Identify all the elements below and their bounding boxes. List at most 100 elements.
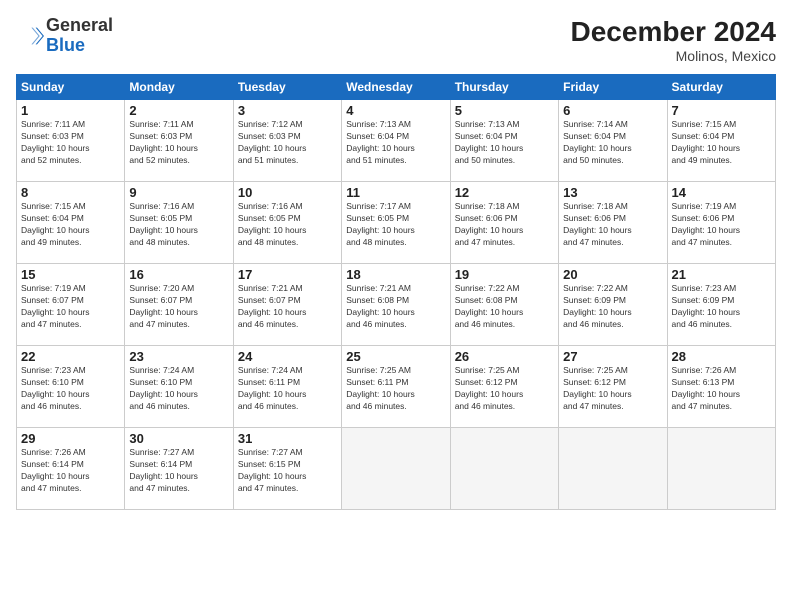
calendar-cell: 12Sunrise: 7:18 AM Sunset: 6:06 PM Dayli…	[450, 182, 558, 264]
calendar-table: Sunday Monday Tuesday Wednesday Thursday…	[16, 74, 776, 510]
day-info: Sunrise: 7:23 AM Sunset: 6:09 PM Dayligh…	[672, 283, 771, 331]
calendar-cell: 9Sunrise: 7:16 AM Sunset: 6:05 PM Daylig…	[125, 182, 233, 264]
day-info: Sunrise: 7:26 AM Sunset: 6:14 PM Dayligh…	[21, 447, 120, 495]
logo: General Blue	[16, 16, 113, 56]
calendar-cell: 23Sunrise: 7:24 AM Sunset: 6:10 PM Dayli…	[125, 346, 233, 428]
page: General Blue December 2024 Molinos, Mexi…	[0, 0, 792, 612]
calendar-week-3: 15Sunrise: 7:19 AM Sunset: 6:07 PM Dayli…	[17, 264, 776, 346]
day-number: 4	[346, 103, 445, 118]
calendar-subtitle: Molinos, Mexico	[571, 48, 776, 64]
day-number: 19	[455, 267, 554, 282]
header-wednesday: Wednesday	[342, 75, 450, 100]
day-info: Sunrise: 7:17 AM Sunset: 6:05 PM Dayligh…	[346, 201, 445, 249]
day-info: Sunrise: 7:24 AM Sunset: 6:10 PM Dayligh…	[129, 365, 228, 413]
day-info: Sunrise: 7:11 AM Sunset: 6:03 PM Dayligh…	[129, 119, 228, 167]
day-info: Sunrise: 7:18 AM Sunset: 6:06 PM Dayligh…	[563, 201, 662, 249]
calendar-cell: 15Sunrise: 7:19 AM Sunset: 6:07 PM Dayli…	[17, 264, 125, 346]
day-info: Sunrise: 7:26 AM Sunset: 6:13 PM Dayligh…	[672, 365, 771, 413]
header: General Blue December 2024 Molinos, Mexi…	[16, 16, 776, 64]
calendar-cell: 24Sunrise: 7:24 AM Sunset: 6:11 PM Dayli…	[233, 346, 341, 428]
day-number: 3	[238, 103, 337, 118]
day-info: Sunrise: 7:12 AM Sunset: 6:03 PM Dayligh…	[238, 119, 337, 167]
logo-text: General Blue	[46, 16, 113, 56]
calendar-week-5: 29Sunrise: 7:26 AM Sunset: 6:14 PM Dayli…	[17, 428, 776, 510]
day-info: Sunrise: 7:13 AM Sunset: 6:04 PM Dayligh…	[455, 119, 554, 167]
day-info: Sunrise: 7:14 AM Sunset: 6:04 PM Dayligh…	[563, 119, 662, 167]
day-info: Sunrise: 7:11 AM Sunset: 6:03 PM Dayligh…	[21, 119, 120, 167]
day-info: Sunrise: 7:21 AM Sunset: 6:08 PM Dayligh…	[346, 283, 445, 331]
day-info: Sunrise: 7:13 AM Sunset: 6:04 PM Dayligh…	[346, 119, 445, 167]
day-number: 26	[455, 349, 554, 364]
calendar-cell: 22Sunrise: 7:23 AM Sunset: 6:10 PM Dayli…	[17, 346, 125, 428]
day-number: 11	[346, 185, 445, 200]
day-number: 20	[563, 267, 662, 282]
header-thursday: Thursday	[450, 75, 558, 100]
calendar-cell	[559, 428, 667, 510]
day-info: Sunrise: 7:25 AM Sunset: 6:11 PM Dayligh…	[346, 365, 445, 413]
day-number: 23	[129, 349, 228, 364]
day-number: 31	[238, 431, 337, 446]
day-number: 29	[21, 431, 120, 446]
calendar-cell: 6Sunrise: 7:14 AM Sunset: 6:04 PM Daylig…	[559, 100, 667, 182]
header-tuesday: Tuesday	[233, 75, 341, 100]
day-number: 18	[346, 267, 445, 282]
day-info: Sunrise: 7:22 AM Sunset: 6:08 PM Dayligh…	[455, 283, 554, 331]
day-number: 14	[672, 185, 771, 200]
calendar-cell: 13Sunrise: 7:18 AM Sunset: 6:06 PM Dayli…	[559, 182, 667, 264]
header-saturday: Saturday	[667, 75, 775, 100]
calendar-cell: 19Sunrise: 7:22 AM Sunset: 6:08 PM Dayli…	[450, 264, 558, 346]
day-info: Sunrise: 7:19 AM Sunset: 6:07 PM Dayligh…	[21, 283, 120, 331]
calendar-week-4: 22Sunrise: 7:23 AM Sunset: 6:10 PM Dayli…	[17, 346, 776, 428]
day-info: Sunrise: 7:25 AM Sunset: 6:12 PM Dayligh…	[455, 365, 554, 413]
day-info: Sunrise: 7:18 AM Sunset: 6:06 PM Dayligh…	[455, 201, 554, 249]
day-number: 17	[238, 267, 337, 282]
day-info: Sunrise: 7:23 AM Sunset: 6:10 PM Dayligh…	[21, 365, 120, 413]
day-number: 21	[672, 267, 771, 282]
calendar-cell: 25Sunrise: 7:25 AM Sunset: 6:11 PM Dayli…	[342, 346, 450, 428]
calendar-cell: 30Sunrise: 7:27 AM Sunset: 6:14 PM Dayli…	[125, 428, 233, 510]
calendar-cell: 8Sunrise: 7:15 AM Sunset: 6:04 PM Daylig…	[17, 182, 125, 264]
day-info: Sunrise: 7:22 AM Sunset: 6:09 PM Dayligh…	[563, 283, 662, 331]
calendar-cell	[667, 428, 775, 510]
day-number: 7	[672, 103, 771, 118]
calendar-cell: 3Sunrise: 7:12 AM Sunset: 6:03 PM Daylig…	[233, 100, 341, 182]
calendar-week-1: 1Sunrise: 7:11 AM Sunset: 6:03 PM Daylig…	[17, 100, 776, 182]
day-number: 30	[129, 431, 228, 446]
calendar-cell: 27Sunrise: 7:25 AM Sunset: 6:12 PM Dayli…	[559, 346, 667, 428]
header-monday: Monday	[125, 75, 233, 100]
day-number: 28	[672, 349, 771, 364]
day-number: 22	[21, 349, 120, 364]
calendar-cell: 20Sunrise: 7:22 AM Sunset: 6:09 PM Dayli…	[559, 264, 667, 346]
calendar-cell: 1Sunrise: 7:11 AM Sunset: 6:03 PM Daylig…	[17, 100, 125, 182]
day-info: Sunrise: 7:19 AM Sunset: 6:06 PM Dayligh…	[672, 201, 771, 249]
calendar-cell: 29Sunrise: 7:26 AM Sunset: 6:14 PM Dayli…	[17, 428, 125, 510]
day-number: 12	[455, 185, 554, 200]
calendar-header-row: Sunday Monday Tuesday Wednesday Thursday…	[17, 75, 776, 100]
day-number: 25	[346, 349, 445, 364]
calendar-cell: 17Sunrise: 7:21 AM Sunset: 6:07 PM Dayli…	[233, 264, 341, 346]
title-block: December 2024 Molinos, Mexico	[571, 16, 776, 64]
day-info: Sunrise: 7:27 AM Sunset: 6:14 PM Dayligh…	[129, 447, 228, 495]
calendar-cell	[450, 428, 558, 510]
calendar-title: December 2024	[571, 16, 776, 48]
calendar-cell: 28Sunrise: 7:26 AM Sunset: 6:13 PM Dayli…	[667, 346, 775, 428]
day-number: 5	[455, 103, 554, 118]
day-number: 10	[238, 185, 337, 200]
header-friday: Friday	[559, 75, 667, 100]
day-number: 8	[21, 185, 120, 200]
calendar-week-2: 8Sunrise: 7:15 AM Sunset: 6:04 PM Daylig…	[17, 182, 776, 264]
calendar-cell: 7Sunrise: 7:15 AM Sunset: 6:04 PM Daylig…	[667, 100, 775, 182]
calendar-cell: 10Sunrise: 7:16 AM Sunset: 6:05 PM Dayli…	[233, 182, 341, 264]
header-sunday: Sunday	[17, 75, 125, 100]
calendar-cell: 18Sunrise: 7:21 AM Sunset: 6:08 PM Dayli…	[342, 264, 450, 346]
calendar-cell	[342, 428, 450, 510]
day-number: 27	[563, 349, 662, 364]
day-info: Sunrise: 7:20 AM Sunset: 6:07 PM Dayligh…	[129, 283, 228, 331]
day-number: 2	[129, 103, 228, 118]
calendar-cell: 11Sunrise: 7:17 AM Sunset: 6:05 PM Dayli…	[342, 182, 450, 264]
calendar-cell: 4Sunrise: 7:13 AM Sunset: 6:04 PM Daylig…	[342, 100, 450, 182]
day-number: 1	[21, 103, 120, 118]
day-info: Sunrise: 7:21 AM Sunset: 6:07 PM Dayligh…	[238, 283, 337, 331]
day-info: Sunrise: 7:15 AM Sunset: 6:04 PM Dayligh…	[21, 201, 120, 249]
day-number: 6	[563, 103, 662, 118]
